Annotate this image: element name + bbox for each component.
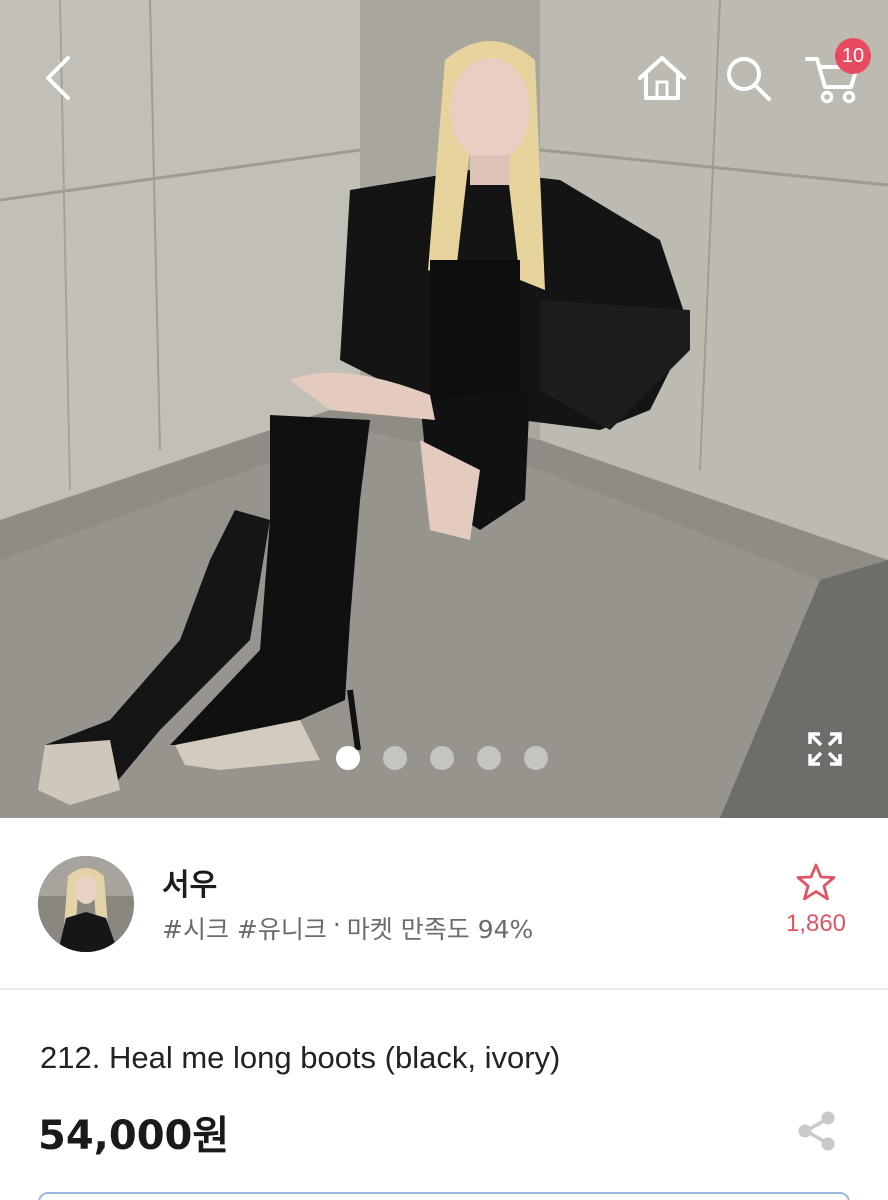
- gallery-dot-2[interactable]: [383, 746, 407, 770]
- product-image-gallery[interactable]: 10: [0, 0, 888, 818]
- gallery-dot-5[interactable]: [524, 746, 548, 770]
- seller-tags: #시크 #유니크: [162, 915, 327, 944]
- seller-name[interactable]: 서우: [162, 860, 217, 904]
- share-button[interactable]: [794, 1108, 840, 1154]
- cart-count-badge: 10: [835, 38, 871, 74]
- product-title: 212. Heal me long boots (black, ivory): [40, 1040, 561, 1075]
- product-photo: [0, 0, 888, 818]
- favorite-button[interactable]: 1,860: [782, 858, 850, 948]
- search-icon: [727, 57, 771, 101]
- share-icon: [798, 1111, 835, 1151]
- search-button[interactable]: [718, 48, 778, 108]
- next-section-box[interactable]: [38, 1192, 850, 1200]
- back-button[interactable]: [30, 48, 84, 108]
- gallery-dot-3[interactable]: [430, 746, 454, 770]
- back-icon: [46, 56, 70, 100]
- favorite-count: 1,860: [785, 910, 847, 937]
- gallery-pagination: [336, 746, 548, 774]
- seller-meta: #시크 #유니크 · 마켓 만족도 94%: [162, 910, 533, 946]
- seller-satisfaction: 마켓 만족도 94%: [346, 915, 534, 944]
- gallery-dot-1[interactable]: [336, 746, 360, 770]
- product-price: 54,000원: [38, 1113, 230, 1159]
- seller-avatar[interactable]: [38, 856, 134, 952]
- home-icon: [638, 56, 686, 100]
- gallery-dot-4[interactable]: [477, 746, 501, 770]
- seller-avatar-image: [38, 856, 134, 952]
- expand-image-button[interactable]: [800, 724, 850, 774]
- seller-info[interactable]: 서우 #시크 #유니크 · 마켓 만족도 94% 1,860: [0, 818, 888, 990]
- star-outline-icon: [796, 863, 836, 901]
- meta-separator: ·: [332, 910, 341, 939]
- expand-icon: [808, 732, 842, 766]
- home-button[interactable]: [632, 48, 692, 108]
